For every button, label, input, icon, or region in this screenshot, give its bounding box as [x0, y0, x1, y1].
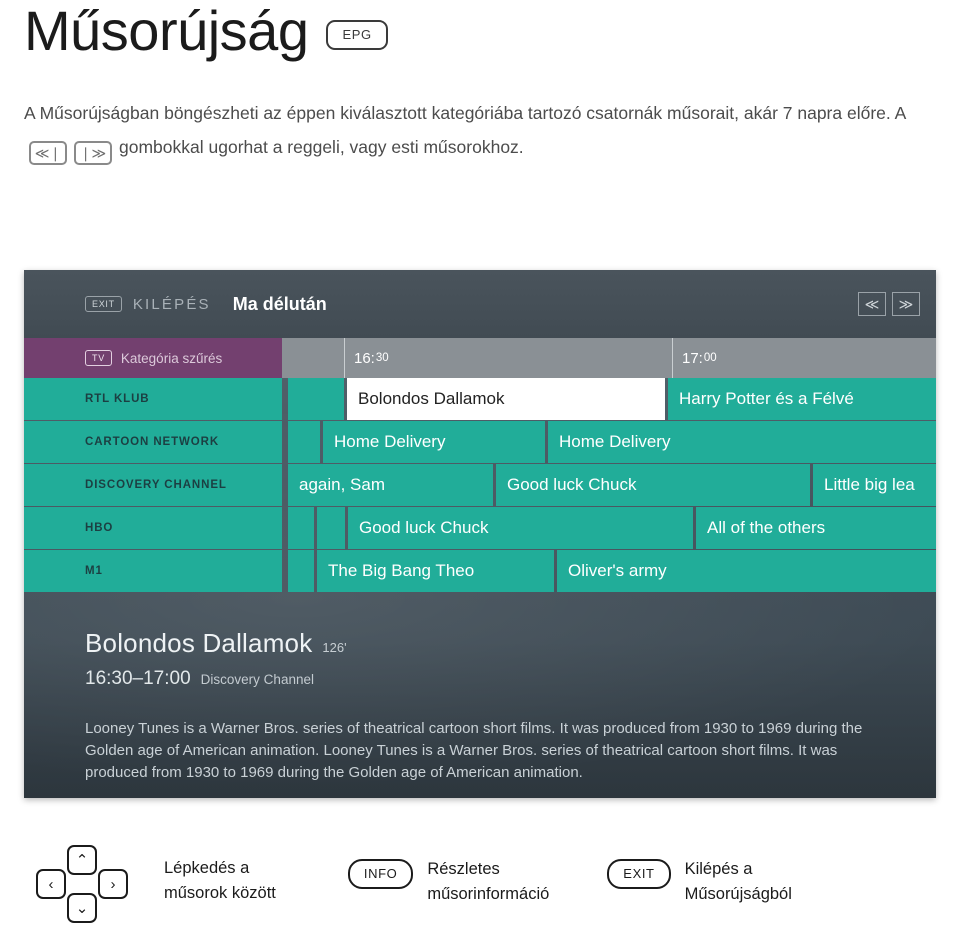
detail-duration: 126': [322, 640, 347, 655]
epg-key-badge: EPG: [326, 20, 388, 51]
program-cell[interactable]: [288, 550, 314, 592]
detail-description: Looney Tunes is a Warner Bros. series of…: [85, 720, 863, 781]
program-cell[interactable]: Harry Potter és a Félvé: [668, 378, 936, 420]
legend-exit-line2: Műsorújságból: [684, 885, 792, 903]
detail-title-row: Bolondos Dallamok 126': [85, 628, 936, 659]
program-cell[interactable]: Home Delivery: [323, 421, 545, 463]
time-tick-mins: 00: [703, 352, 717, 364]
epg-row: HBO Good luck Chuck All of the others: [24, 507, 936, 549]
dpad-up-icon[interactable]: ⌃: [67, 845, 97, 875]
program-cell[interactable]: [317, 507, 345, 549]
epg-daypart-label: Ma délután: [232, 293, 327, 314]
category-filter-button[interactable]: TV Kategória szűrés: [24, 338, 282, 378]
legend-bar: ⌃ ⌄ ‹ › Lépkedés a műsorok között INFO R…: [24, 845, 792, 925]
channel-name: DISCOVERY CHANNEL: [85, 479, 227, 491]
channel-cell[interactable]: M1: [24, 550, 282, 592]
epg-grid: RTL KLUB Bolondos Dallamok Harry Potter és…: [24, 378, 936, 593]
jump-prev-icon[interactable]: ≪: [858, 292, 886, 316]
epg-time-nav: ≪ ≫: [858, 292, 920, 316]
exit-key-icon-legend[interactable]: EXIT: [607, 859, 671, 889]
legend-exit-text: Kilépés a Műsorújságból: [685, 857, 792, 907]
info-key-icon[interactable]: INFO: [347, 859, 414, 889]
intro-text-part2: gombokkal ugorhat a reggeli, vagy esti m…: [119, 137, 524, 157]
time-tick-hour: 17:: [682, 349, 703, 367]
page-title: Műsorújság: [24, 0, 309, 62]
legend-info-text: Részletes műsorinformáció: [427, 857, 549, 907]
program-detail-panel: Bolondos Dallamok 126' 16:30–17:00 Disco…: [24, 600, 936, 784]
detail-meta-row: 16:30–17:00 Discovery Channel: [85, 668, 936, 690]
epg-exit-hint[interactable]: EXIT KILÉPÉS: [85, 296, 211, 313]
category-filter-label: Kategória szűrés: [120, 350, 223, 366]
legend-navigate-line1: Lépkedés a: [164, 859, 250, 877]
time-tick-hour: 16:: [354, 349, 375, 367]
channel-name: M1: [85, 565, 103, 577]
epg-row: DISCOVERY CHANNEL again, Sam Good luck Chu…: [24, 464, 936, 506]
legend-navigate-line2: műsorok között: [164, 884, 276, 902]
legend-item-exit: EXIT Kilépés a Műsorújságból: [607, 857, 792, 907]
page-root: Műsorújság EPG A Műsorújságban böngészhe…: [0, 0, 960, 929]
jump-next-icon[interactable]: ≫: [892, 292, 920, 316]
epg-topbar: EXIT KILÉPÉS Ma délután ≪ ≫: [24, 270, 936, 338]
epg-screenshot-panel: EXIT KILÉPÉS Ma délután ≪ ≫ TV Kategória…: [24, 270, 936, 798]
legend-navigate-text: Lépkedés a műsorok között: [164, 856, 276, 906]
page-header: Műsorújság EPG: [24, 0, 388, 62]
channel-name: CARTOON NETWORK: [85, 436, 220, 448]
legend-info-line2: műsorinformáció: [427, 885, 550, 903]
channel-cell[interactable]: HBO: [24, 507, 282, 549]
legend-info-line1: Részletes: [427, 860, 500, 878]
prev-key-icon: ≪❘: [29, 141, 67, 165]
dpad-left-icon[interactable]: ‹: [36, 869, 66, 899]
program-cell[interactable]: [288, 378, 344, 420]
legend-exit-line1: Kilépés a: [684, 860, 753, 878]
dpad-icon-group[interactable]: ⌃ ⌄ ‹ ›: [24, 845, 140, 925]
time-tick-mins: 30: [375, 352, 389, 364]
channel-name: RTL KLUB: [85, 393, 150, 405]
program-cell[interactable]: Oliver's army: [557, 550, 936, 592]
channel-cell[interactable]: RTL KLUB: [24, 378, 282, 420]
program-cell[interactable]: [288, 421, 320, 463]
channel-name: HBO: [85, 522, 114, 534]
detail-channel: Discovery Channel: [200, 672, 314, 687]
time-tick-0: 16: 30: [344, 338, 389, 378]
exit-hint-label: KILÉPÉS: [132, 295, 211, 313]
program-cell-selected[interactable]: Bolondos Dallamok: [347, 378, 665, 420]
program-cell[interactable]: All of the others: [696, 507, 936, 549]
program-cell[interactable]: The Big Bang Theo: [317, 550, 554, 592]
epg-row: RTL KLUB Bolondos Dallamok Harry Potter és…: [24, 378, 936, 420]
epg-row: M1 The Big Bang Theo Oliver's army: [24, 550, 936, 592]
intro-paragraph: A Műsorújságban böngészheti az éppen kiv…: [24, 96, 924, 165]
program-cell[interactable]: Little big lea: [813, 464, 936, 506]
exit-key-icon: EXIT: [85, 296, 122, 312]
epg-timebar: TV Kategória szűrés 16: 30 17: 00: [24, 338, 936, 378]
program-cell[interactable]: [288, 507, 314, 549]
dpad-right-icon[interactable]: ›: [98, 869, 128, 899]
legend-item-navigate: Lépkedés a műsorok között: [164, 856, 276, 906]
intro-text-part1: A Műsorújságban böngészheti az éppen kiv…: [24, 103, 906, 123]
channel-cell[interactable]: DISCOVERY CHANNEL: [24, 464, 282, 506]
epg-row: CARTOON NETWORK Home Delivery Home Deliver…: [24, 421, 936, 463]
program-cell[interactable]: Home Delivery: [548, 421, 936, 463]
next-key-icon: ❘≫: [74, 141, 112, 165]
channel-cell[interactable]: CARTOON NETWORK: [24, 421, 282, 463]
dpad-down-icon[interactable]: ⌄: [67, 893, 97, 923]
program-cell[interactable]: Good luck Chuck: [496, 464, 810, 506]
detail-timespan: 16:30–17:00: [85, 668, 191, 689]
legend-item-info: INFO Részletes műsorinformáció: [347, 857, 549, 907]
intro-inline-keys: ≪❘ ❘≫: [29, 141, 112, 165]
program-cell[interactable]: again, Sam: [288, 464, 493, 506]
program-cell[interactable]: Good luck Chuck: [348, 507, 693, 549]
time-tick-1: 17: 00: [672, 338, 717, 378]
time-scale: 16: 30 17: 00: [282, 338, 936, 378]
detail-program-title: Bolondos Dallamok: [85, 628, 313, 658]
tv-key-icon: TV: [85, 350, 112, 366]
